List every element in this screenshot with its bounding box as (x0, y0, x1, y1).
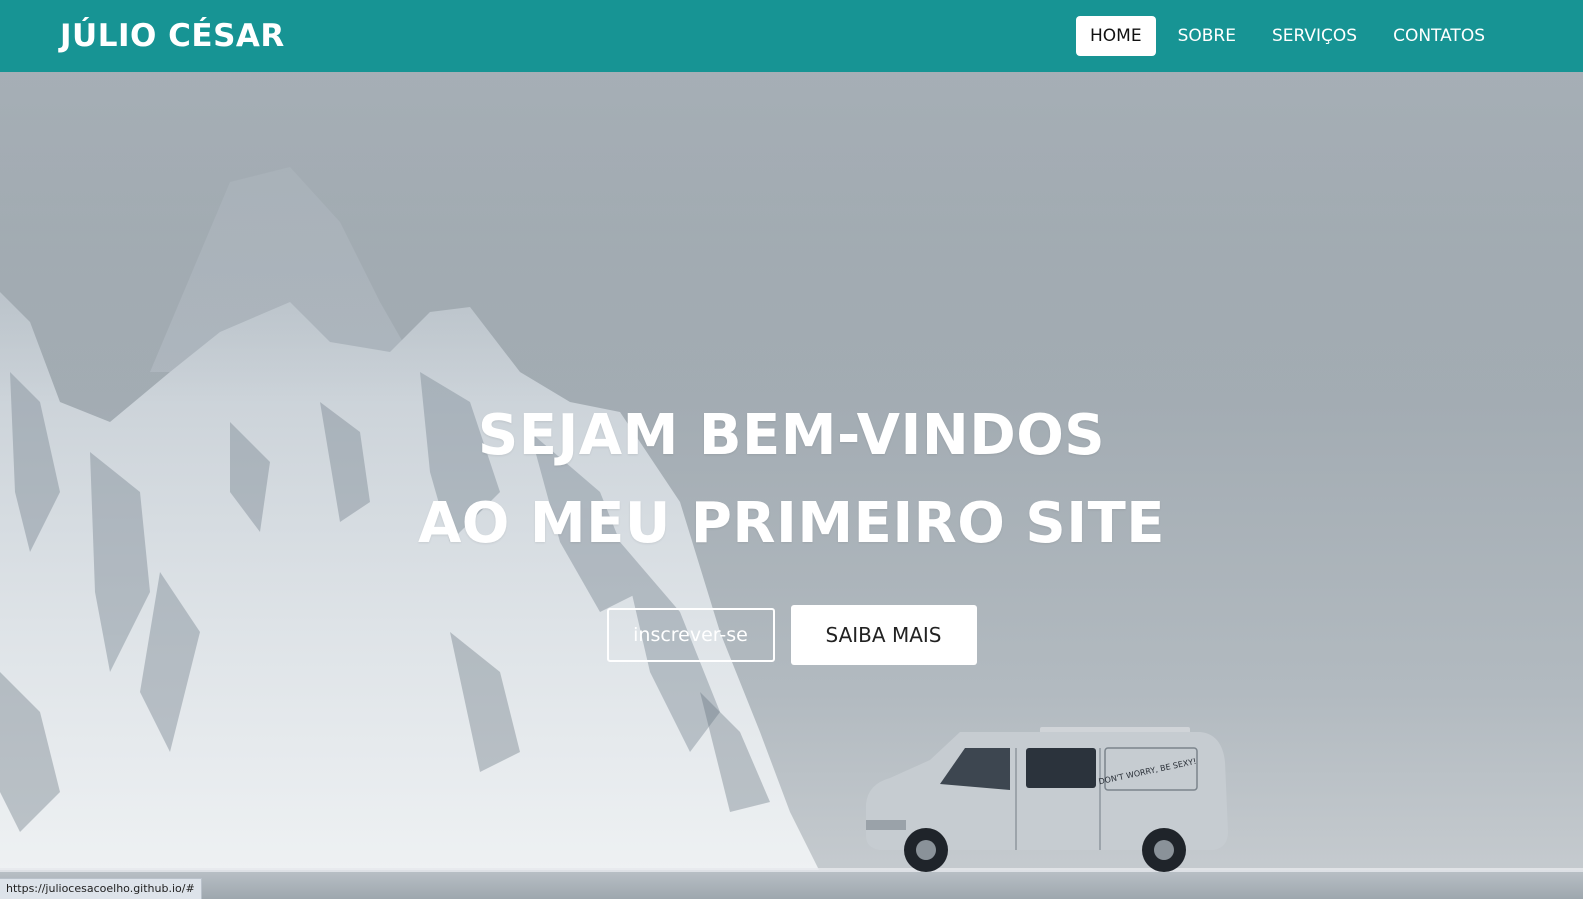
hero-section: DON'T WORRY, BE SEXY! SEJAM BEM-VINDOS A… (0, 72, 1583, 899)
nav-item-servicos[interactable]: SERVIÇOS (1258, 16, 1371, 56)
nav-item-home[interactable]: HOME (1076, 16, 1156, 56)
status-bar-url: https://juliocesacoelho.github.io/# (0, 878, 202, 899)
nav-item-contatos[interactable]: CONTATOS (1379, 16, 1499, 56)
page: JÚLIO CÉSAR HOME SOBRE SERVIÇOS CONTATOS (0, 0, 1583, 899)
hero-content: SEJAM BEM-VINDOS AO MEU PRIMEIRO SITE in… (0, 392, 1583, 665)
hero-title-line-2: AO MEU PRIMEIRO SITE (417, 491, 1166, 556)
nav-item-sobre[interactable]: SOBRE (1164, 16, 1250, 56)
learn-more-button[interactable]: SAIBA MAIS (790, 605, 977, 665)
site-brand[interactable]: JÚLIO CÉSAR (60, 14, 285, 58)
hero-title-line-1: SEJAM BEM-VINDOS (477, 403, 1106, 468)
hero-buttons: inscrever-se SAIBA MAIS (0, 605, 1583, 665)
signup-button[interactable]: inscrever-se (606, 608, 775, 662)
main-nav: HOME SOBRE SERVIÇOS CONTATOS (1076, 16, 1499, 56)
top-navbar: JÚLIO CÉSAR HOME SOBRE SERVIÇOS CONTATOS (0, 0, 1583, 72)
van-illustration: DON'T WORRY, BE SEXY! (866, 727, 1228, 872)
